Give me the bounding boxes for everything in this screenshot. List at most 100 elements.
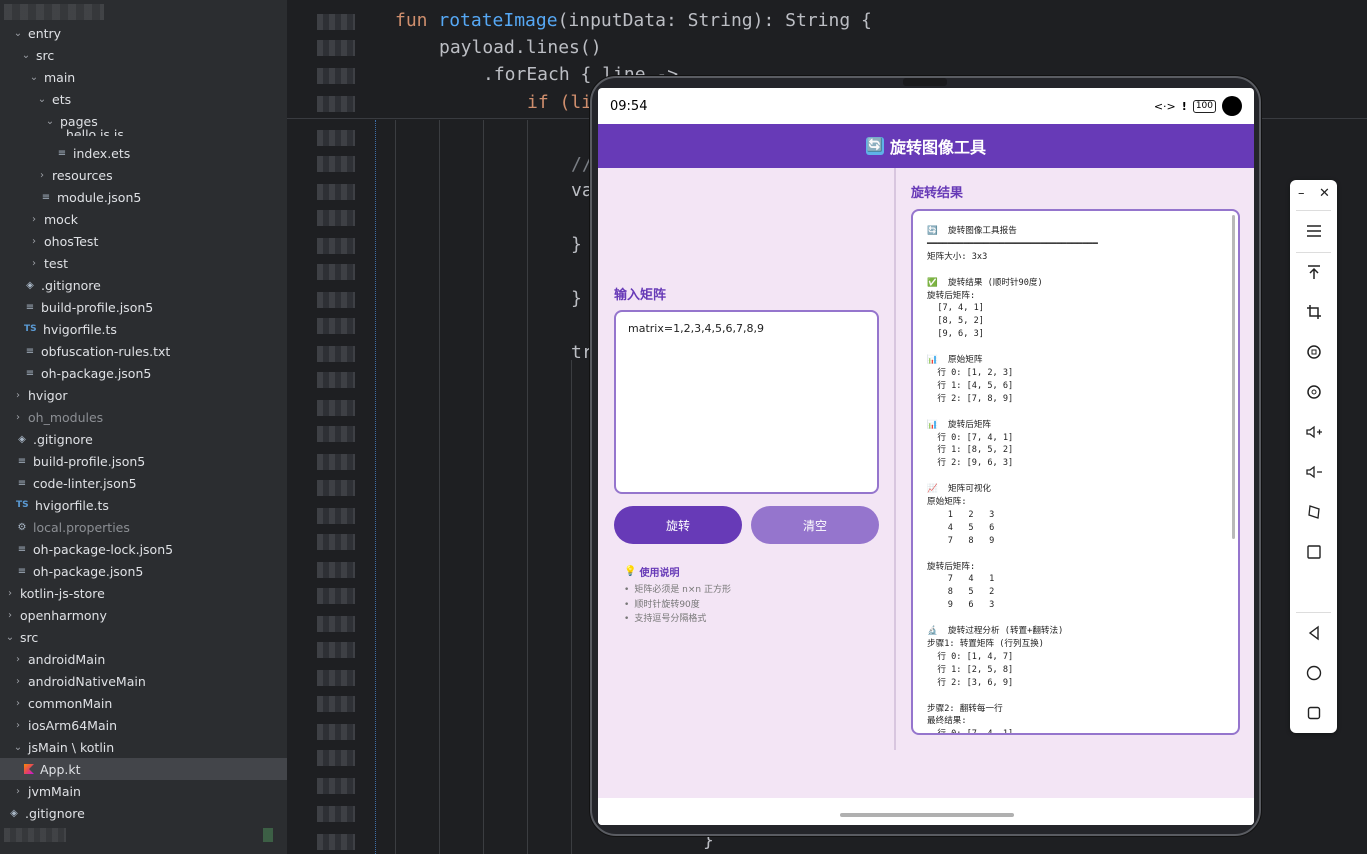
tree-item[interactable]: App.kt bbox=[0, 758, 287, 780]
indent-guide bbox=[439, 120, 440, 854]
file-icon: ≡ bbox=[25, 367, 35, 379]
tree-item[interactable]: ⌄ main bbox=[0, 66, 287, 88]
square-icon[interactable] bbox=[1300, 538, 1327, 565]
home-icon[interactable] bbox=[1300, 659, 1327, 686]
tree-item[interactable]: › iosArm64Main bbox=[0, 714, 287, 736]
tree-item[interactable]: › ohosTest bbox=[0, 230, 287, 252]
file-icon: ≡ bbox=[17, 477, 27, 489]
tree-item[interactable]: › openharmony bbox=[0, 604, 287, 626]
tree-item[interactable]: › resources bbox=[0, 164, 287, 186]
camera-cutout bbox=[1222, 96, 1242, 116]
blurred-line-number bbox=[317, 400, 355, 416]
blurred-line-number bbox=[317, 834, 355, 850]
tree-item[interactable]: TS hvigorfile.ts bbox=[0, 494, 287, 516]
tree-item-label: kotlin-js-store bbox=[20, 585, 105, 601]
tree-item[interactable]: ⌄ src bbox=[0, 44, 287, 66]
clear-button[interactable]: 清空 bbox=[751, 506, 879, 544]
chevron-right-icon[interactable]: › bbox=[28, 214, 40, 225]
tree-item[interactable]: ≡ obfuscation-rules.txt bbox=[0, 340, 287, 362]
blurred-line-number bbox=[317, 696, 355, 712]
tree-item-label: build-profile.json5 bbox=[41, 299, 154, 315]
file-icon: ≡ bbox=[17, 565, 27, 577]
result-scrollbar[interactable] bbox=[1232, 215, 1235, 539]
result-output[interactable]: 🔄 旋转图像工具报告 ━━━━━━━━━━━━━━━━━━━━━━━━━━━━━… bbox=[911, 209, 1240, 735]
chevron-down-icon[interactable]: ⌄ bbox=[20, 50, 32, 61]
blurred-line-number bbox=[317, 346, 355, 362]
tree-item[interactable]: › oh_modules bbox=[0, 406, 287, 428]
pin-top-icon[interactable] bbox=[1300, 258, 1327, 285]
tree-item[interactable]: ◈ .gitignore bbox=[0, 274, 287, 296]
tree-item[interactable]: ≡ module.json5 bbox=[0, 186, 287, 208]
tree-item-label: hvigorfile.ts bbox=[43, 321, 117, 337]
tree-item[interactable]: ⌄ src bbox=[0, 626, 287, 648]
tree-item-label: .gitignore bbox=[41, 277, 101, 293]
recents-icon[interactable] bbox=[1300, 699, 1327, 726]
tree-item[interactable]: ⌄ jsMain \ kotlin bbox=[0, 736, 287, 758]
back-icon[interactable] bbox=[1300, 619, 1327, 646]
chevron-right-icon[interactable]: › bbox=[12, 654, 24, 665]
chevron-right-icon[interactable]: › bbox=[12, 698, 24, 709]
chevron-right-icon[interactable]: › bbox=[28, 236, 40, 247]
tree-item[interactable]: ≡ oh-package.json5 bbox=[0, 362, 287, 384]
gitignore-icon: ◈ bbox=[26, 279, 34, 291]
rotate-button[interactable]: 旋转 bbox=[614, 506, 742, 544]
crop-icon[interactable] bbox=[1300, 298, 1327, 325]
chevron-down-icon[interactable]: ⌄ bbox=[12, 742, 24, 753]
chevron-down-icon[interactable]: ⌄ bbox=[4, 632, 16, 643]
tree-item[interactable]: ≡ build-profile.json5 bbox=[0, 296, 287, 318]
tree-item[interactable]: › jvmMain bbox=[0, 780, 287, 802]
blurred-line-number bbox=[317, 750, 355, 766]
tree-item[interactable]: › androidMain bbox=[0, 648, 287, 670]
minimize-button[interactable]: – bbox=[1298, 186, 1305, 201]
tree-item[interactable]: › hvigor bbox=[0, 384, 287, 406]
fold-icon[interactable] bbox=[1300, 498, 1327, 525]
tree-item[interactable]: › mock bbox=[0, 208, 287, 230]
help-title: 使用说明 bbox=[639, 568, 680, 579]
tree-item[interactable]: › commonMain bbox=[0, 692, 287, 714]
tree-item[interactable]: ≡ code-linter.json5 bbox=[0, 472, 287, 494]
tree-item[interactable]: ≡ index.ets bbox=[0, 142, 287, 164]
gutter-guide bbox=[375, 120, 376, 854]
tree-item[interactable]: ◈ .gitignore bbox=[0, 802, 287, 824]
chevron-down-icon[interactable]: ⌄ bbox=[36, 94, 48, 105]
input-pane: 输入矩阵 旋转 清空 💡 使用说明 •矩阵必须是 n×n 正方形 •顺时针旋转9… bbox=[598, 168, 894, 750]
chevron-down-icon[interactable]: ⌄ bbox=[44, 116, 56, 127]
tree-item[interactable]: ≡ oh-package.json5 bbox=[0, 560, 287, 582]
tree-item[interactable]: › androidNativeMain bbox=[0, 670, 287, 692]
tree-item-partial[interactable]: hello.js.js bbox=[0, 126, 287, 136]
tree-item[interactable]: ≡ oh-package-lock.json5 bbox=[0, 538, 287, 560]
indent-guide bbox=[571, 360, 572, 854]
volume-up-icon[interactable] bbox=[1300, 418, 1327, 445]
chevron-right-icon[interactable]: › bbox=[12, 390, 24, 401]
device-hinge bbox=[903, 78, 947, 86]
tree-item-label: oh-package.json5 bbox=[33, 563, 144, 579]
tree-item[interactable]: › test bbox=[0, 252, 287, 274]
blurred-line-number bbox=[317, 806, 355, 822]
menu-icon[interactable] bbox=[1300, 217, 1327, 244]
rotate-alt-icon[interactable] bbox=[1300, 378, 1327, 405]
chevron-right-icon[interactable]: › bbox=[36, 170, 48, 181]
chevron-down-icon[interactable]: ⌄ bbox=[28, 72, 40, 83]
close-button[interactable]: ✕ bbox=[1319, 186, 1330, 201]
chevron-right-icon[interactable]: › bbox=[12, 676, 24, 687]
chevron-right-icon[interactable]: › bbox=[4, 588, 16, 599]
chevron-right-icon[interactable]: › bbox=[4, 610, 16, 621]
tree-item[interactable]: ⌄ entry bbox=[0, 22, 287, 44]
chevron-right-icon[interactable]: › bbox=[12, 720, 24, 731]
chevron-down-icon[interactable]: ⌄ bbox=[12, 28, 24, 39]
tree-item[interactable]: ⚙ local.properties bbox=[0, 516, 287, 538]
tree-item[interactable]: ⌄ ets bbox=[0, 88, 287, 110]
chevron-right-icon[interactable]: › bbox=[12, 412, 24, 423]
matrix-input[interactable] bbox=[614, 310, 879, 494]
tree-item[interactable]: › kotlin-js-store bbox=[0, 582, 287, 604]
tree-item[interactable]: ≡ build-profile.json5 bbox=[0, 450, 287, 472]
tree-item-label: hvigorfile.ts bbox=[35, 497, 109, 513]
rotate-icon[interactable] bbox=[1300, 338, 1327, 365]
tree-item[interactable]: ◈ .gitignore bbox=[0, 428, 287, 450]
chevron-right-icon[interactable]: › bbox=[12, 786, 24, 797]
tree-item[interactable]: TS hvigorfile.ts bbox=[0, 318, 287, 340]
home-indicator[interactable] bbox=[840, 813, 1014, 817]
chevron-right-icon[interactable]: › bbox=[28, 258, 40, 269]
emulator-toolbar: – ✕ bbox=[1290, 180, 1337, 733]
volume-down-icon[interactable] bbox=[1300, 458, 1327, 485]
